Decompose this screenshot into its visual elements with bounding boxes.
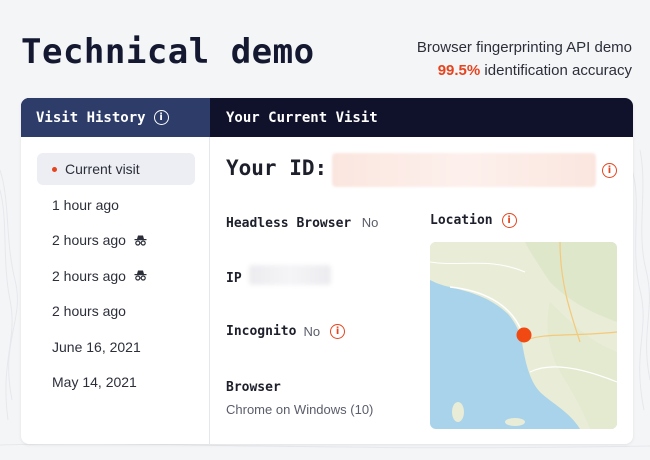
- location-row: Location i: [430, 213, 517, 228]
- column-divider: [209, 137, 210, 444]
- subtitle-text: Browser fingerprinting API demo: [416, 39, 632, 56]
- history-item[interactable]: 2 hours ago: [37, 295, 195, 327]
- location-marker-icon: [516, 327, 532, 343]
- history-item[interactable]: 1 hour ago: [37, 189, 195, 221]
- visit-history-title: Visit History: [36, 109, 146, 126]
- history-item-label: 2 hours ago: [52, 303, 126, 319]
- ip-row: IP: [226, 269, 242, 287]
- history-item-label: 1 hour ago: [52, 196, 119, 213]
- your-id-row: Your ID:: [226, 156, 327, 180]
- info-icon[interactable]: i: [602, 163, 617, 178]
- visit-history-header: Visit History i: [21, 98, 210, 137]
- history-item-current[interactable]: Current visit: [37, 153, 195, 185]
- incognito-label: Incognito: [226, 324, 297, 339]
- history-item-label: 2 hours ago: [52, 267, 126, 284]
- accuracy-value: 99.5%: [437, 62, 481, 79]
- browser-label: Browser: [226, 380, 281, 395]
- history-item[interactable]: May 14, 2021: [37, 366, 195, 398]
- browser-row: Browser Chrome on Windows (10): [226, 380, 373, 417]
- headless-label: Headless Browser: [226, 216, 352, 231]
- incognito-value: No: [303, 324, 321, 339]
- visitor-id-redacted: [332, 153, 596, 187]
- info-icon[interactable]: i: [501, 213, 517, 228]
- history-item[interactable]: June 16, 2021: [37, 331, 195, 363]
- page-subtitle: Browser fingerprinting API demo 99.5% id…: [417, 36, 632, 82]
- info-icon[interactable]: i: [153, 110, 169, 125]
- history-item-label: Current visit: [65, 161, 140, 177]
- info-icon[interactable]: i: [330, 324, 346, 339]
- ip-label: IP: [226, 271, 242, 286]
- browser-value: Chrome on Windows (10): [226, 402, 374, 417]
- your-id-label: Your ID:: [226, 156, 328, 180]
- headless-value: No: [361, 215, 379, 230]
- incognito-icon: [134, 235, 147, 246]
- visit-history-list: Current visit 1 hour ago 2 hours ago 2 h…: [37, 153, 195, 402]
- incognito-icon: [134, 270, 147, 281]
- history-item[interactable]: 2 hours ago: [37, 260, 195, 292]
- page-title: Technical demo: [21, 32, 315, 72]
- history-item-label: June 16, 2021: [52, 338, 141, 355]
- accuracy-text: identification accuracy: [484, 62, 632, 79]
- location-label: Location: [430, 213, 493, 228]
- current-dot-icon: [52, 166, 57, 172]
- location-map[interactable]: [430, 242, 617, 429]
- headless-row: Headless Browser No: [226, 214, 378, 232]
- map-graphic: [430, 242, 617, 429]
- accuracy-line: 99.5% identification accuracy: [417, 59, 632, 82]
- history-item-label: May 14, 2021: [52, 374, 137, 390]
- history-item[interactable]: 2 hours ago: [37, 224, 195, 256]
- ip-value-redacted: [249, 265, 331, 285]
- demo-card: Visit History i Your Current Visit Curre…: [21, 98, 633, 444]
- history-item-label: 2 hours ago: [52, 232, 126, 248]
- current-visit-header: Your Current Visit: [226, 109, 378, 126]
- card-header: Visit History i Your Current Visit: [21, 98, 633, 137]
- incognito-row: Incognito No i: [226, 324, 346, 339]
